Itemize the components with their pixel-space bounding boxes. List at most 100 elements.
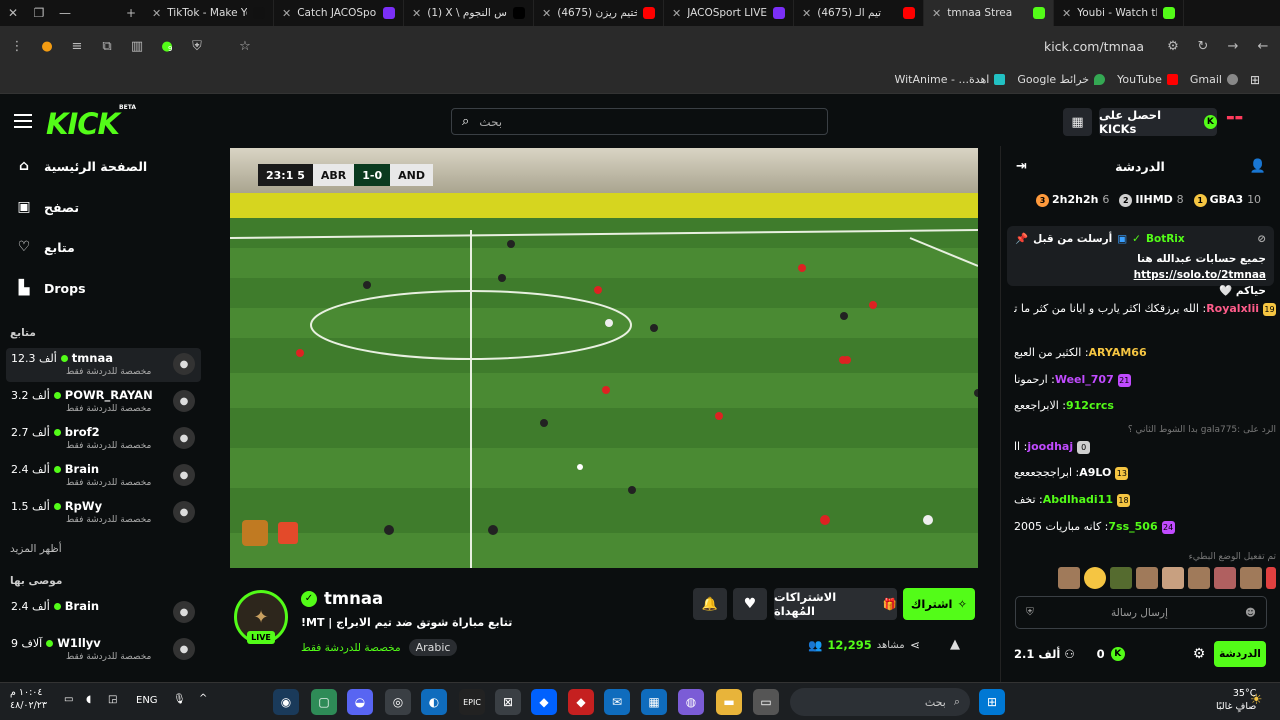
bookmark-youtube[interactable]: YouTube: [1117, 73, 1178, 86]
browser-tab[interactable]: ✕ tmnaa Strea: [924, 0, 1054, 26]
leaderboard-entry[interactable]: 1 GBA3 10: [1193, 193, 1261, 211]
browser-tab[interactable]: ✕ Catch JACOSpor: [274, 0, 404, 26]
network-icon[interactable]: ◲: [108, 694, 117, 705]
chat-message[interactable]: 247ss_506: كانه مباريات 2005: [1014, 520, 1276, 534]
site-settings-icon[interactable]: ⚙: [1164, 39, 1182, 54]
chrome-icon[interactable]: ◎: [385, 689, 411, 715]
sidebar-channel[interactable]: 2.7 ألف brof2 مخصصة للدردشة فقط ●: [6, 422, 201, 456]
extension-icon[interactable]: ●: [38, 39, 56, 54]
hide-pin-icon[interactable]: ⊘: [1257, 233, 1266, 245]
share-icon[interactable]: ⋖: [910, 638, 920, 652]
kicks-coin-icon[interactable]: K: [1110, 647, 1125, 661]
chat-message[interactable]: 0joodhaj: اا: [1014, 440, 1276, 454]
tray-chevron-icon[interactable]: ^: [199, 693, 207, 704]
menu-icon[interactable]: ⋮: [8, 39, 26, 54]
emote-icon[interactable]: [1162, 567, 1184, 589]
apps-grid-icon[interactable]: ⊞: [1250, 73, 1260, 87]
discord-icon[interactable]: ◒: [347, 689, 373, 715]
collapse-chat-icon[interactable]: ⇥: [1016, 159, 1027, 174]
sidebar-channel[interactable]: 1.5 ألف RpWy مخصصة للدردشة فقط ●: [6, 496, 201, 530]
chat-username[interactable]: Abdlhadi11: [1043, 493, 1113, 506]
chat-input[interactable]: ⛨ إرسال رسالة ☻: [1015, 596, 1267, 629]
sidebar-item-drops[interactable]: ▙ Drops: [16, 280, 86, 296]
sidebar-channel[interactable]: 9 آلاف W1llyv مخصصة للدردشة فقط ●: [6, 633, 201, 667]
video-player[interactable]: [230, 148, 978, 568]
chat-username[interactable]: 7ss_506: [1108, 520, 1157, 533]
close-window-icon[interactable]: ✕: [0, 6, 26, 20]
reload-icon[interactable]: ↻: [1194, 39, 1212, 54]
sidebar-channel[interactable]: 2.4 ألف Brain مخصصة للدردشة فقط ●: [6, 459, 201, 493]
shield-icon[interactable]: ⛨: [1026, 606, 1034, 619]
queue-icon[interactable]: ≡: [68, 39, 86, 54]
sidebar-icon[interactable]: ▥: [128, 39, 146, 54]
sidebar-channel[interactable]: 12.3 ألف tmnaa مخصصة للدردشة فقط ●: [6, 348, 201, 382]
get-kicks-button[interactable]: احصل على KICKs K: [1099, 108, 1217, 136]
channel-name[interactable]: tmnaa: [324, 589, 383, 608]
shield-icon[interactable]: ⛨: [188, 39, 206, 54]
browser-tab[interactable]: ✕ (1) X \ اس النجوم: [404, 0, 534, 26]
app-icon[interactable]: ▭: [753, 689, 779, 715]
browser-tab[interactable]: ✕ JACOSport LIVE: [664, 0, 794, 26]
app-icon[interactable]: ▢: [311, 689, 337, 715]
emote-icon[interactable]: [1084, 567, 1106, 589]
emote-icon[interactable]: [1110, 567, 1132, 589]
kick-logo[interactable]: KICKBETA: [46, 104, 136, 141]
chat-message[interactable]: 19Royalxlii: الله يرزقكك اكثر يارب و ايا…: [1014, 302, 1276, 316]
pinned-link[interactable]: https://solo.to/2tmnaa: [1134, 269, 1266, 281]
chat-message[interactable]: 13A9LO: ابراجججعععع: [1014, 466, 1276, 480]
steam-icon[interactable]: ◉: [273, 689, 299, 715]
language-tag[interactable]: Arabic: [408, 639, 458, 656]
emote-icon[interactable]: [1214, 567, 1236, 589]
language-indicator[interactable]: ENG: [136, 695, 158, 706]
browser-tab[interactable]: ✕ TikTok - Make Yo: [144, 0, 274, 26]
chat-username[interactable]: Royalxlii: [1206, 302, 1259, 315]
sidebar-item-home[interactable]: ⌂ الصفحة الرئيسية: [16, 158, 147, 174]
clock[interactable]: ١٠:٠٤ م ٤٨/٠٢/٢٣: [10, 686, 47, 712]
chat-users-icon[interactable]: 👤: [1250, 159, 1266, 174]
new-tab-icon[interactable]: +: [118, 6, 144, 20]
chat-username[interactable]: 912crcs: [1066, 399, 1114, 412]
chat-username[interactable]: Weel_707: [1055, 373, 1114, 386]
volume-icon[interactable]: ◖: [86, 694, 91, 705]
windows-start-icon[interactable]: ⊞: [979, 689, 1005, 715]
search-input[interactable]: ⌕ بحث: [451, 108, 828, 135]
chat-username[interactable]: A9LO: [1079, 466, 1111, 479]
subscribe-button[interactable]: اشتراك ✧: [903, 588, 975, 620]
minimize-window-icon[interactable]: —: [52, 6, 78, 20]
emote-icon[interactable]: [1188, 567, 1210, 589]
store-icon[interactable]: ▦: [641, 689, 667, 715]
leaderboard-entry[interactable]: 3 2h2h2h 6: [1036, 193, 1109, 211]
close-tab-icon[interactable]: ✕: [802, 7, 811, 20]
chat-message[interactable]: 912crcs: الابراجععع: [1014, 399, 1276, 412]
app-icon[interactable]: ⊠: [495, 689, 521, 715]
url-field[interactable]: kick.com/tmnaa: [1044, 39, 1144, 54]
close-tab-icon[interactable]: ✕: [932, 7, 941, 20]
microphone-icon[interactable]: 🎙: [173, 694, 186, 705]
back-icon[interactable]: ←: [1254, 39, 1272, 54]
chat-settings-icon[interactable]: ⚙: [1193, 646, 1206, 662]
chat-message[interactable]: ARYAM66: الكثير من العبع: [1014, 346, 1276, 359]
gift-subs-button[interactable]: الاشتراكات المُهداة 🎁: [774, 588, 897, 620]
folder-icon[interactable]: ▬: [716, 689, 742, 715]
outlook-icon[interactable]: ✉: [604, 689, 630, 715]
close-tab-icon[interactable]: ✕: [282, 7, 291, 20]
browser-tab[interactable]: ✕ Youbi - Watch th: [1054, 0, 1184, 26]
dropbox-icon[interactable]: ◆: [531, 689, 557, 715]
extension-badge-icon[interactable]: ● 9: [158, 39, 176, 54]
emoji-icon[interactable]: ☻: [1245, 607, 1256, 619]
chat-message[interactable]: 21Weel_707: ارحمونا: [1014, 373, 1276, 387]
chat-username[interactable]: ARYAM66: [1089, 346, 1147, 359]
browser-tab[interactable]: ✕ (4675) تختيم ريزن: [534, 0, 664, 26]
puzzle-icon[interactable]: ⧉: [98, 39, 116, 54]
star-icon[interactable]: ☆: [236, 39, 254, 54]
sidebar-item-following[interactable]: ♡ متابع: [16, 239, 75, 255]
show-more-link[interactable]: أظهر المزيد: [10, 543, 62, 555]
battery-icon[interactable]: ▭: [64, 694, 73, 705]
emote-icon[interactable]: [1058, 567, 1080, 589]
report-icon[interactable]: ▲: [950, 637, 960, 652]
emote-icon[interactable]: [1240, 567, 1262, 589]
follow-heart-icon[interactable]: ♥: [733, 588, 767, 620]
browser-tab[interactable]: ✕ (4675) تيم الـ: [794, 0, 924, 26]
emote-icon[interactable]: [1136, 567, 1158, 589]
epic-games-icon[interactable]: EPIC: [459, 689, 485, 715]
